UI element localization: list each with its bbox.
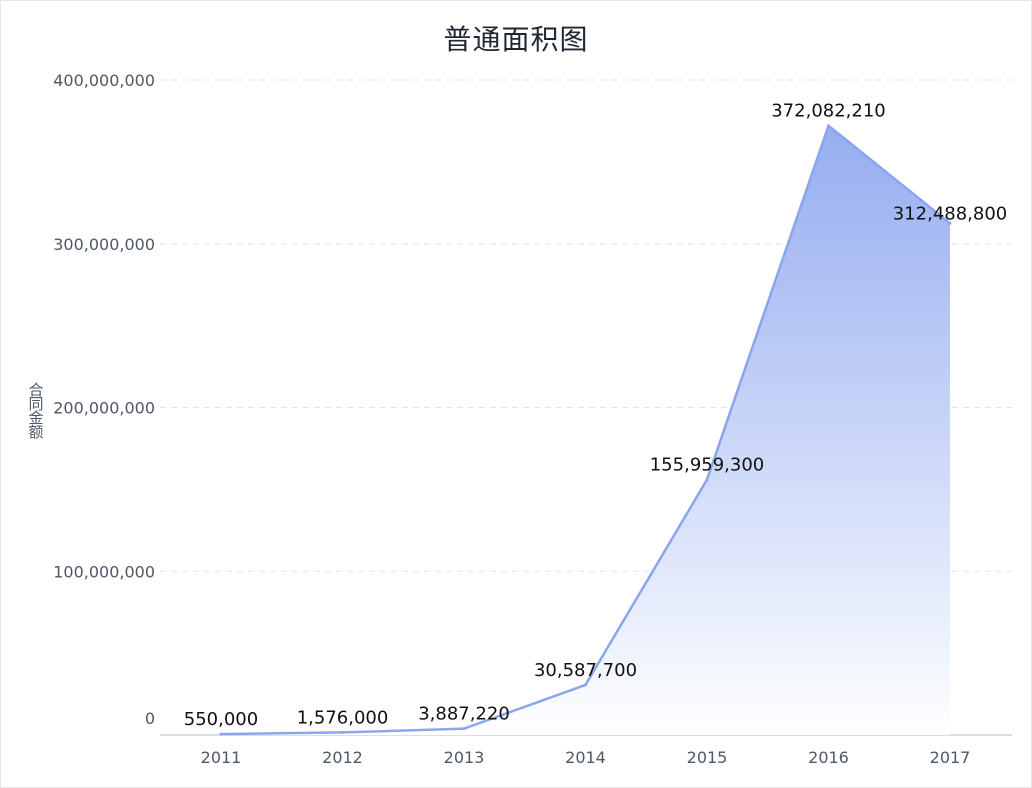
data-point-2014 [584,683,587,687]
data-label-2012: 1,576,000 [297,707,389,728]
data-label-2017: 312,488,800 [893,203,1008,224]
x-tick-label-2016: 2016 [808,748,849,767]
data-label-2014: 30,587,700 [534,660,637,681]
data-point-2011 [219,732,223,736]
y-tick-label-0: 0 [145,709,155,728]
data-point-2013 [462,727,466,731]
area-fill [221,125,950,735]
data-point-2016 [827,124,830,128]
data-label-2016: 372,082,210 [771,101,886,122]
x-tick-label-2015: 2015 [687,748,728,767]
x-tick-label-2012: 2012 [322,748,363,767]
data-label-2013: 3,887,220 [418,704,510,725]
y-tick-label-2: 200,000,000 [53,399,155,418]
data-point-2015 [705,478,709,482]
y-tick-label-1: 100,000,000 [53,562,155,581]
data-point-2012 [341,730,344,734]
x-tick-label-2011: 2011 [201,748,242,767]
y-tick-label-3: 300,000,000 [53,235,155,254]
y-tick-label-4: 400,000,000 [53,71,155,90]
x-tick-label-2017: 2017 [930,748,971,767]
x-tick-label-2014: 2014 [565,748,606,767]
data-label-2011: 550,000 [184,709,258,730]
data-label-2015: 155,959,300 [650,455,765,476]
x-tick-label-2013: 2013 [444,748,485,767]
area-chart: 0 100,000,000 200,000,000 300,000,000 400,00… [53,71,1012,767]
